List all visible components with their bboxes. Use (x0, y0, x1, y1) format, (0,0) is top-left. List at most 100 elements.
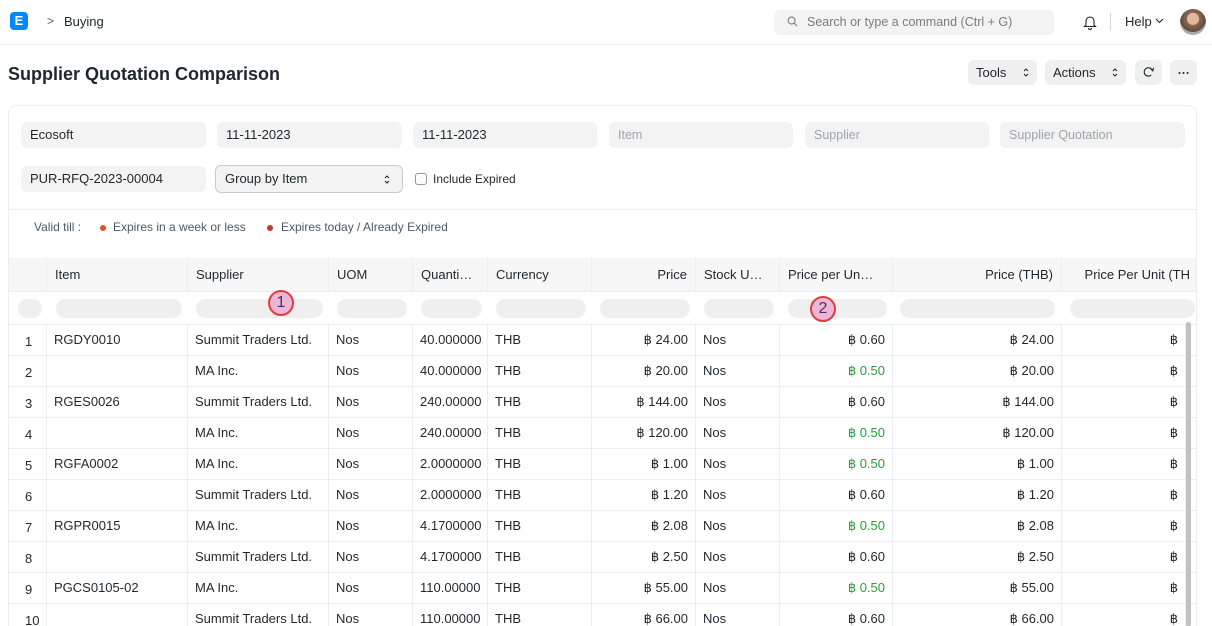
cell-currency[interactable]: THB (488, 573, 592, 603)
cell-uom[interactable]: Nos (329, 511, 413, 541)
cell-supplier[interactable]: MA Inc. (188, 449, 329, 479)
bell-icon[interactable] (1083, 14, 1097, 30)
cell-price-per-unit[interactable]: ฿ 0.60 (780, 604, 893, 626)
cell-supplier[interactable]: MA Inc. (188, 511, 329, 541)
cell-price-thb[interactable]: ฿ 144.00 (893, 387, 1062, 417)
cell-price-per-unit-thb[interactable]: ฿ (1062, 449, 1186, 479)
cell-price-per-unit-thb[interactable]: ฿ (1062, 480, 1186, 510)
table-row[interactable]: 6 Summit Traders Ltd. Nos 2.0000000 THB ฿ 1.2… (9, 480, 1196, 511)
filter-price-thb[interactable] (900, 299, 1055, 318)
cell-price[interactable]: ฿ 2.50 (592, 542, 696, 572)
filter-price-per-unit[interactable] (788, 299, 887, 318)
chevron-down-icon[interactable] (1155, 18, 1164, 24)
cell-price-thb[interactable]: ฿ 2.08 (893, 511, 1062, 541)
row-index[interactable]: 2 (9, 356, 47, 386)
row-index[interactable]: 6 (9, 480, 47, 510)
cell-supplier[interactable]: Summit Traders Ltd. (188, 542, 329, 572)
cell-item[interactable] (47, 480, 188, 510)
filter-index[interactable] (18, 299, 42, 318)
cell-currency[interactable]: THB (488, 387, 592, 417)
filter-item[interactable] (56, 299, 182, 318)
filter-price[interactable] (600, 299, 690, 318)
cell-uom[interactable]: Nos (329, 480, 413, 510)
cell-uom[interactable]: Nos (329, 542, 413, 572)
cell-item[interactable]: RGES0026 (47, 387, 188, 417)
header-price-thb[interactable]: Price (THB) (893, 258, 1062, 292)
header-uom[interactable]: UOM (329, 258, 413, 292)
cell-price-thb[interactable]: ฿ 55.00 (893, 573, 1062, 603)
cell-item[interactable]: RGFA0002 (47, 449, 188, 479)
cell-currency[interactable]: THB (488, 542, 592, 572)
cell-price-per-unit-thb[interactable]: ฿ (1062, 604, 1186, 626)
header-supplier[interactable]: Supplier (188, 258, 329, 292)
header-price[interactable]: Price (592, 258, 696, 292)
cell-quantity[interactable]: 110.00000 (413, 573, 488, 603)
cell-price[interactable]: ฿ 24.00 (592, 325, 696, 355)
cell-item[interactable] (47, 418, 188, 448)
grid-scrollbar[interactable] (1186, 322, 1191, 626)
filter-uom[interactable] (337, 299, 407, 318)
cell-price-per-unit-thb[interactable]: ฿ (1062, 542, 1186, 572)
cell-uom[interactable]: Nos (329, 449, 413, 479)
cell-price-per-unit-thb[interactable]: ฿ (1062, 418, 1186, 448)
cell-supplier[interactable]: Summit Traders Ltd. (188, 325, 329, 355)
rfq-filter[interactable]: PUR-RFQ-2023-00004 (21, 166, 206, 192)
group-by-select[interactable]: Group by Item (215, 165, 403, 193)
cell-stock-uom[interactable]: Nos (696, 604, 780, 626)
cell-supplier[interactable]: Summit Traders Ltd. (188, 480, 329, 510)
filter-stock-uom[interactable] (704, 299, 774, 318)
supplier-quotation-filter[interactable]: Supplier Quotation (1000, 122, 1185, 148)
table-row[interactable]: 10 Summit Traders Ltd. Nos 110.00000 THB ฿ 66… (9, 604, 1196, 626)
cell-uom[interactable]: Nos (329, 325, 413, 355)
cell-price-per-unit-thb[interactable]: ฿ (1062, 511, 1186, 541)
row-index[interactable]: 8 (9, 542, 47, 572)
cell-price[interactable]: ฿ 2.08 (592, 511, 696, 541)
table-row[interactable]: 3 RGES0026 Summit Traders Ltd. Nos 240.00000… (9, 387, 1196, 418)
cell-quantity[interactable]: 40.000000 (413, 325, 488, 355)
cell-item[interactable] (47, 604, 188, 626)
table-row[interactable]: 8 Summit Traders Ltd. Nos 4.1700000 THB ฿ 2.5… (9, 542, 1196, 573)
company-filter[interactable]: Ecosoft (21, 122, 206, 148)
cell-supplier[interactable]: Summit Traders Ltd. (188, 604, 329, 626)
cell-quantity[interactable]: 110.00000 (413, 604, 488, 626)
cell-price-thb[interactable]: ฿ 66.00 (893, 604, 1062, 626)
cell-price-per-unit[interactable]: ฿ 0.60 (780, 387, 893, 417)
cell-uom[interactable]: Nos (329, 356, 413, 386)
cell-price[interactable]: ฿ 144.00 (592, 387, 696, 417)
cell-price-thb[interactable]: ฿ 120.00 (893, 418, 1062, 448)
cell-price-per-unit[interactable]: ฿ 0.60 (780, 480, 893, 510)
cell-price-per-unit-thb[interactable]: ฿ (1062, 573, 1186, 603)
cell-stock-uom[interactable]: Nos (696, 356, 780, 386)
cell-currency[interactable]: THB (488, 356, 592, 386)
row-index[interactable]: 7 (9, 511, 47, 541)
cell-price-per-unit[interactable]: ฿ 0.50 (780, 356, 893, 386)
cell-item[interactable] (47, 542, 188, 572)
item-filter[interactable]: Item (609, 122, 793, 148)
header-currency[interactable]: Currency (488, 258, 592, 292)
row-index[interactable]: 1 (9, 325, 47, 355)
more-button[interactable] (1170, 60, 1197, 85)
cell-price[interactable]: ฿ 20.00 (592, 356, 696, 386)
cell-stock-uom[interactable]: Nos (696, 542, 780, 572)
search-bar[interactable]: Search or type a command (Ctrl + G) (774, 10, 1054, 35)
cell-stock-uom[interactable]: Nos (696, 480, 780, 510)
cell-supplier[interactable]: Summit Traders Ltd. (188, 387, 329, 417)
cell-price-per-unit[interactable]: ฿ 0.50 (780, 573, 893, 603)
actions-button[interactable]: Actions (1045, 60, 1126, 85)
breadcrumb-buying[interactable]: Buying (64, 14, 104, 29)
row-index[interactable]: 4 (9, 418, 47, 448)
cell-price[interactable]: ฿ 66.00 (592, 604, 696, 626)
cell-currency[interactable]: THB (488, 511, 592, 541)
cell-uom[interactable]: Nos (329, 418, 413, 448)
filter-price-per-unit-thb[interactable] (1070, 299, 1195, 318)
cell-uom[interactable]: Nos (329, 573, 413, 603)
cell-currency[interactable]: THB (488, 604, 592, 626)
app-logo[interactable]: E (10, 12, 28, 30)
cell-item[interactable]: RGPR0015 (47, 511, 188, 541)
cell-currency[interactable]: THB (488, 418, 592, 448)
cell-price-thb[interactable]: ฿ 20.00 (893, 356, 1062, 386)
cell-quantity[interactable]: 240.00000 (413, 418, 488, 448)
cell-price-per-unit-thb[interactable]: ฿ (1062, 356, 1186, 386)
cell-stock-uom[interactable]: Nos (696, 511, 780, 541)
cell-quantity[interactable]: 40.000000 (413, 356, 488, 386)
